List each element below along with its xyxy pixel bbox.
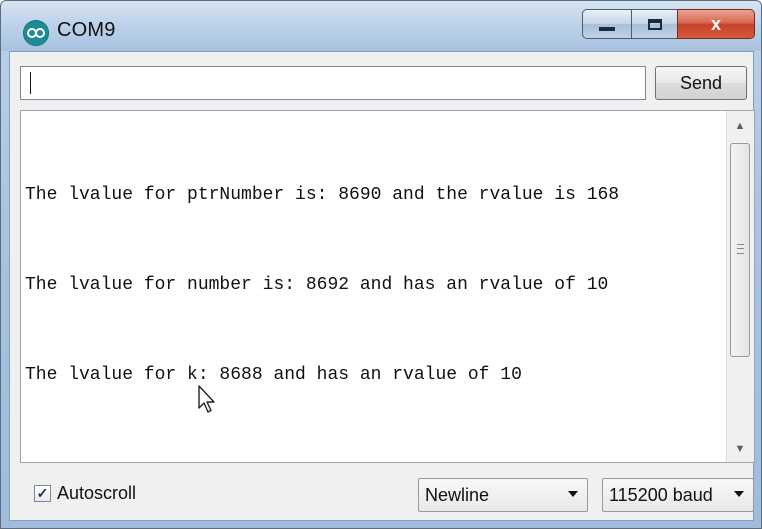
text-caret bbox=[30, 72, 31, 94]
output-lines: The lvalue for ptrNumber is: 8690 and th… bbox=[25, 120, 619, 450]
footer-bar: ✓ Autoscroll Newline 115200 baud bbox=[20, 470, 755, 514]
line-ending-value: Newline bbox=[425, 485, 490, 505]
autoscroll-checkbox[interactable]: ✓ bbox=[34, 485, 51, 502]
baud-rate-value: 115200 baud bbox=[609, 485, 713, 505]
arduino-infinity-icon bbox=[23, 20, 49, 46]
minimize-icon bbox=[599, 27, 615, 31]
maximize-icon bbox=[647, 18, 662, 30]
close-button[interactable]: x bbox=[677, 9, 755, 39]
send-button[interactable]: Send bbox=[655, 66, 747, 100]
mouse-pointer-icon bbox=[198, 385, 215, 413]
output-line: The lvalue for k: 8688 and has an rvalue… bbox=[25, 365, 522, 385]
output-line: The lvalue for number is: 8692 and has a… bbox=[25, 275, 609, 295]
minimize-button[interactable] bbox=[582, 9, 631, 39]
chevron-down-icon bbox=[734, 491, 744, 497]
scroll-up-arrow-icon[interactable]: ▲ bbox=[727, 115, 753, 137]
chevron-down-icon bbox=[568, 491, 578, 497]
thumb-grip-icon bbox=[737, 244, 744, 254]
line-ending-select[interactable]: Newline bbox=[418, 478, 588, 512]
baud-rate-select[interactable]: 115200 baud bbox=[602, 478, 754, 512]
scroll-thumb[interactable] bbox=[730, 143, 750, 357]
scroll-down-arrow-icon[interactable]: ▼ bbox=[727, 438, 753, 460]
maximize-button[interactable] bbox=[631, 9, 677, 39]
vertical-scrollbar[interactable]: ▲ ▼ bbox=[726, 111, 754, 462]
close-icon: x bbox=[710, 13, 721, 34]
window-title: COM9 bbox=[57, 19, 116, 41]
autoscroll-toggle[interactable]: ✓ Autoscroll bbox=[34, 483, 136, 504]
output-line: The lvalue for ptrNumber is: 8690 and th… bbox=[25, 185, 620, 205]
serial-output[interactable]: The lvalue for ptrNumber is: 8690 and th… bbox=[20, 110, 755, 463]
serial-input[interactable] bbox=[20, 66, 646, 100]
caption-buttons: x bbox=[582, 9, 755, 41]
title-bar[interactable]: COM9 x bbox=[1, 1, 761, 51]
autoscroll-label: Autoscroll bbox=[57, 483, 137, 503]
